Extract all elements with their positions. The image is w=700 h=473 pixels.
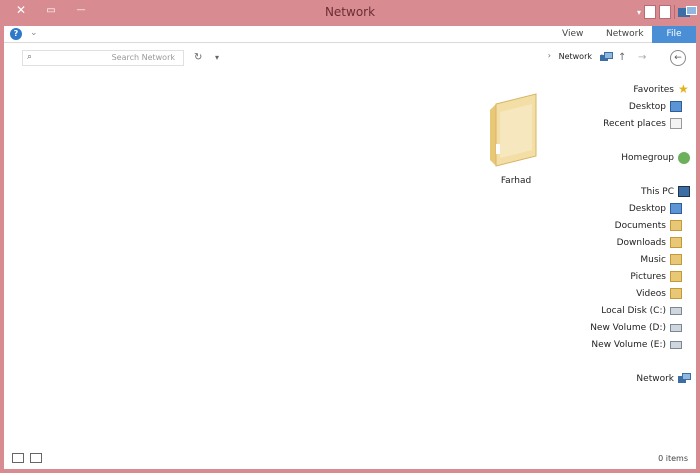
- pictures-folder-icon: [670, 271, 682, 282]
- customize-toolbar-dropdown-icon[interactable]: ▾: [637, 8, 641, 17]
- file-list: Farhad: [24, 80, 564, 450]
- sidebar-item-downloads[interactable]: Downloads: [617, 235, 682, 250]
- sidebar-item-label: Desktop: [628, 101, 666, 112]
- sidebar-item-label: Downloads: [616, 237, 666, 248]
- sidebar-item-label: Documents: [614, 220, 666, 231]
- details-view-icon[interactable]: [30, 453, 42, 463]
- breadcrumb-separator-icon[interactable]: ›: [548, 51, 551, 60]
- ribbon: ? ⌄ View Network File: [4, 26, 696, 43]
- sidebar-item-this-pc[interactable]: This PC: [641, 184, 690, 199]
- drive-icon: [670, 323, 682, 332]
- recent-locations-dropdown-icon[interactable]: ▾: [215, 53, 219, 62]
- quick-access-toolbar: ▾: [637, 3, 697, 21]
- sidebar-item-network[interactable]: Network: [636, 371, 691, 386]
- window-title: Network: [324, 5, 376, 19]
- search-placeholder: Search Network: [111, 53, 175, 62]
- address-field[interactable]: › Network ›: [228, 50, 614, 66]
- desktop-icon: [670, 101, 682, 112]
- sidebar-item-label: Network: [636, 373, 674, 384]
- sidebar-item-homegroup[interactable]: Homegroup: [621, 150, 690, 165]
- tab-network[interactable]: Network: [606, 29, 644, 39]
- search-input[interactable]: ⌕ Search Network: [22, 50, 184, 66]
- sidebar-item-label: Desktop: [628, 203, 666, 214]
- tab-view[interactable]: View: [562, 29, 583, 39]
- sidebar-item-label: New Volume (E:): [591, 339, 666, 350]
- forward-arrow-icon[interactable]: →: [638, 52, 646, 63]
- local-disk-icon: [670, 306, 682, 315]
- sidebar-item-label: Videos: [636, 288, 666, 299]
- sidebar-item-music[interactable]: Music: [640, 252, 682, 267]
- large-icons-view-icon[interactable]: [12, 453, 24, 463]
- documents-folder-icon: [670, 220, 682, 231]
- sidebar-item-label: This PC: [641, 186, 674, 197]
- new-folder-icon[interactable]: [644, 5, 656, 19]
- sidebar-item-recent-places[interactable]: Recent places: [603, 116, 682, 131]
- help-icon[interactable]: ?: [10, 28, 22, 40]
- star-icon: ★: [678, 82, 689, 96]
- drive-icon: [670, 340, 682, 349]
- sidebar-item-label: Favorites: [633, 84, 674, 95]
- music-folder-icon: [670, 254, 682, 265]
- network-app-icon[interactable]: [678, 5, 697, 19]
- sidebar-item-label: Recent places: [603, 118, 666, 129]
- title-bar: ✕ ▭ — Network ▾: [0, 0, 700, 26]
- sidebar-item-local-disk-c[interactable]: Local Disk (C:): [601, 303, 682, 318]
- item-count: 0 items: [658, 454, 688, 463]
- up-arrow-icon[interactable]: ↑: [618, 52, 626, 63]
- recent-places-icon: [670, 118, 682, 129]
- desktop-icon: [670, 203, 682, 214]
- computer-icon: [678, 186, 690, 197]
- sidebar-item-new-volume-e[interactable]: New Volume (E:): [591, 337, 682, 352]
- expand-ribbon-chevron-icon[interactable]: ⌄: [30, 28, 38, 38]
- sidebar-item-desktop-favorite[interactable]: Desktop: [629, 99, 682, 114]
- sidebar-item-desktop[interactable]: Desktop: [629, 201, 682, 216]
- videos-folder-icon: [670, 288, 682, 299]
- sidebar-item-new-volume-d[interactable]: New Volume (D:): [590, 320, 682, 335]
- breadcrumb[interactable]: Network: [559, 52, 592, 61]
- refresh-icon[interactable]: ↻: [194, 52, 202, 63]
- address-row: ⌕ Search Network ↻ ▾ › Network › ↑ → ←: [4, 44, 696, 72]
- back-button[interactable]: ←: [670, 50, 686, 66]
- sidebar-item-label: Pictures: [630, 271, 666, 282]
- tab-file[interactable]: File: [652, 26, 696, 43]
- sidebar-item-label: Homegroup: [621, 152, 674, 163]
- sidebar-item-documents[interactable]: Documents: [615, 218, 682, 233]
- folder-label: Farhad: [500, 176, 532, 186]
- folder-icon: [490, 93, 537, 167]
- search-icon: ⌕: [27, 52, 33, 62]
- homegroup-icon: [678, 151, 690, 164]
- network-icon: [678, 373, 691, 384]
- sidebar-item-label: New Volume (D:): [590, 322, 666, 333]
- network-location-icon: [600, 52, 613, 63]
- properties-icon[interactable]: [659, 5, 671, 19]
- toolbar-separator: [674, 5, 675, 19]
- folder-item[interactable]: Farhad: [486, 88, 546, 186]
- sidebar-item-pictures[interactable]: Pictures: [630, 269, 682, 284]
- downloads-folder-icon: [670, 237, 682, 248]
- sidebar-item-videos[interactable]: Videos: [636, 286, 682, 301]
- sidebar-item-favorites[interactable]: Favorites ★: [633, 82, 690, 97]
- explorer-window: ✕ ▭ — Network ▾ ? ⌄ View Network File ⌕ …: [0, 0, 700, 473]
- sidebar-item-label: Local Disk (C:): [601, 305, 666, 316]
- sidebar-item-label: Music: [640, 254, 666, 265]
- navigation-pane: Favorites ★ Desktop Recent places Homegr…: [568, 80, 692, 450]
- status-bar: 0 items: [4, 449, 696, 469]
